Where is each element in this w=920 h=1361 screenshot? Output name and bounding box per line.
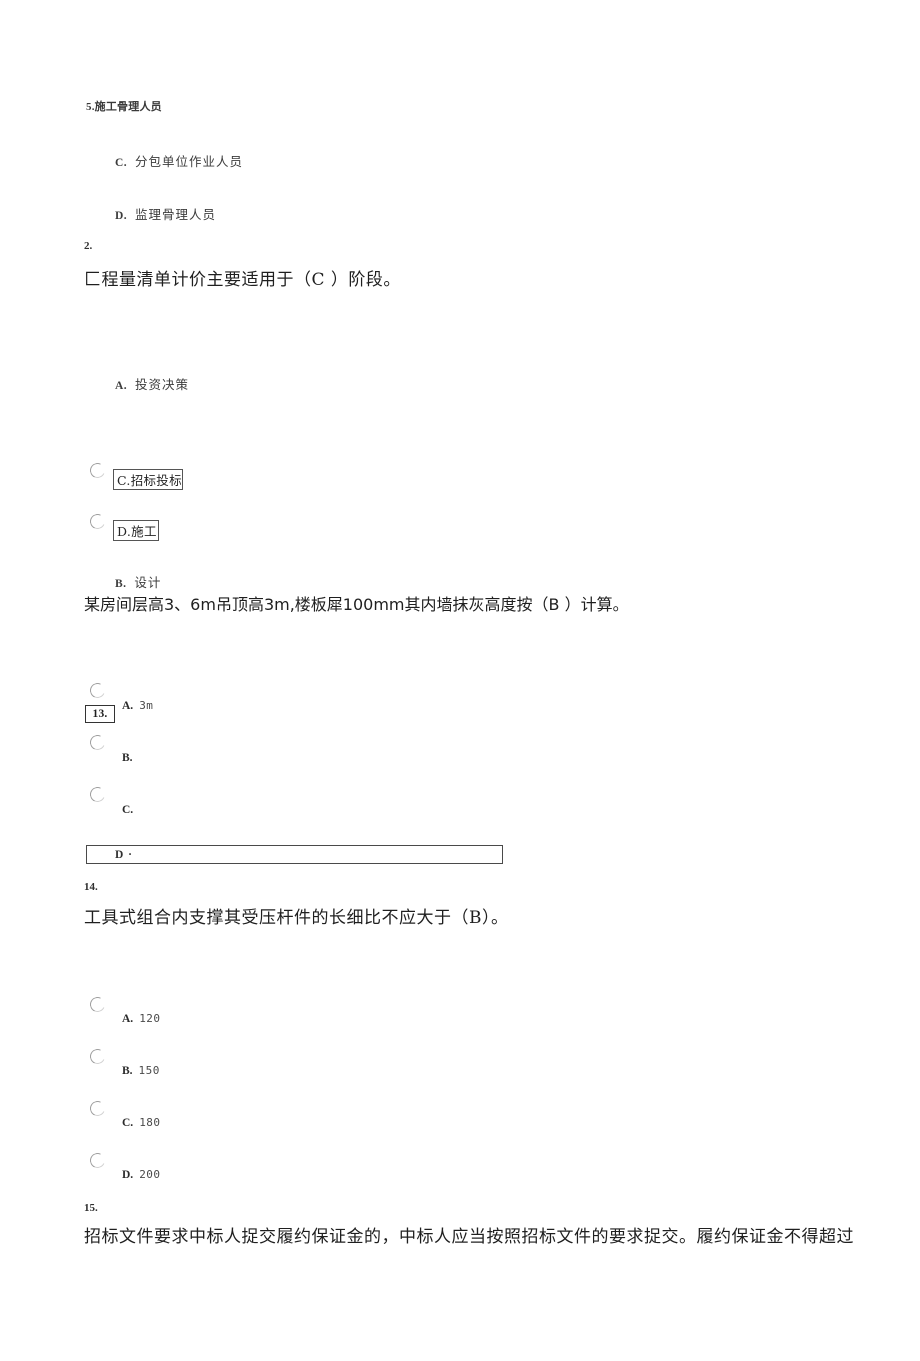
- question-15-number: 15.: [84, 1202, 98, 1214]
- question-14-option-a: A. 120: [122, 1009, 161, 1027]
- question-13-option-b-radio[interactable]: [87, 732, 108, 753]
- question-14-option-d-text: 200: [139, 1168, 161, 1181]
- question-15-stem: 招标文件要求中标人捉交履约保证金的，中标人应当按照招标文件的要求捉交。履约保证金…: [84, 1227, 854, 1247]
- question-2-option-c-text: C.招标投标: [117, 473, 182, 488]
- question-14-option-c-label: C.: [122, 1117, 134, 1129]
- question-13-stem: 某房间层高3、6m吊顶高3m,楼板犀100mm其内墙抹灰高度按（B ）计算。: [84, 595, 629, 614]
- question-2-option-a-label: A.: [115, 380, 127, 392]
- question-13-option-c: C.: [122, 800, 139, 818]
- question-2-option-b: B. 设计: [115, 572, 161, 591]
- question-14-option-b: B. 150: [122, 1061, 160, 1079]
- orphan-option-c: C. 分包单位作业人员: [115, 151, 243, 170]
- question-2-option-a-text: 投资决策: [134, 377, 189, 392]
- question-14-option-a-text: 120: [139, 1012, 161, 1025]
- question-2-option-b-label: B.: [115, 578, 127, 590]
- orphan-option-b: 5.施工骨理人员: [86, 101, 162, 113]
- orphan-option-c-text: 分包单位作业人员: [134, 154, 243, 169]
- question-14-option-b-radio[interactable]: [87, 1046, 108, 1067]
- document-page: 5.施工骨理人员 C. 分包单位作业人员 D. 监理骨理人员 2. 匚程量清单计价主…: [0, 0, 920, 1361]
- question-14-number: 14.: [84, 881, 98, 893]
- question-13-option-c-label: C.: [122, 804, 134, 816]
- question-14-option-a-radio[interactable]: [87, 994, 108, 1015]
- question-2-option-a: A. 投资决策: [115, 374, 189, 393]
- question-13-option-b-label: B.: [122, 752, 133, 764]
- question-14-stem: 工具式组合内支撑其受压杆件的长细比不应大于（B）。: [84, 908, 509, 928]
- orphan-option-c-label: C.: [115, 157, 127, 169]
- question-13-option-c-radio[interactable]: [87, 784, 108, 805]
- question-2-option-c-radio[interactable]: [87, 460, 108, 481]
- question-13-option-d-label: D ·: [115, 848, 134, 861]
- question-14-option-c-text: 180: [139, 1116, 161, 1129]
- question-13-number-box: 13.: [85, 705, 115, 723]
- question-2-option-d-radio[interactable]: [87, 511, 108, 532]
- question-2-number: 2.: [84, 240, 93, 252]
- question-13-option-d-field[interactable]: D ·: [86, 845, 503, 864]
- orphan-option-d-text: 监理骨理人员: [134, 207, 216, 222]
- question-2-stem: 匚程量清单计价主要适用于（C ）阶段。: [84, 270, 401, 290]
- question-2-option-d-box[interactable]: D.施工: [113, 520, 159, 541]
- question-2-option-c-box[interactable]: C.招标投标: [113, 469, 183, 490]
- question-14-option-d-label: D.: [122, 1169, 134, 1181]
- orphan-option-d: D. 监理骨理人员: [115, 204, 216, 223]
- question-14-option-b-label: B.: [122, 1065, 133, 1077]
- question-13-option-b: B.: [122, 748, 139, 766]
- question-14-option-a-label: A.: [122, 1013, 134, 1025]
- question-13-option-a: A. 3m: [122, 696, 153, 714]
- question-2-option-d-text: D.施工: [117, 524, 157, 539]
- question-14-option-c-radio[interactable]: [87, 1098, 108, 1119]
- question-14-option-d: D. 200: [122, 1165, 161, 1183]
- question-13-option-a-label: A.: [122, 700, 134, 712]
- question-14-option-b-text: 150: [138, 1064, 160, 1077]
- orphan-option-d-label: D.: [115, 210, 127, 222]
- question-14-option-d-radio[interactable]: [87, 1150, 108, 1171]
- question-13-option-a-text: 3m: [139, 699, 154, 712]
- question-13-option-a-radio[interactable]: [87, 680, 108, 701]
- question-14-option-c: C. 180: [122, 1113, 161, 1131]
- question-13-number: 13.: [92, 708, 108, 720]
- question-2-option-b-text: 设计: [134, 575, 162, 590]
